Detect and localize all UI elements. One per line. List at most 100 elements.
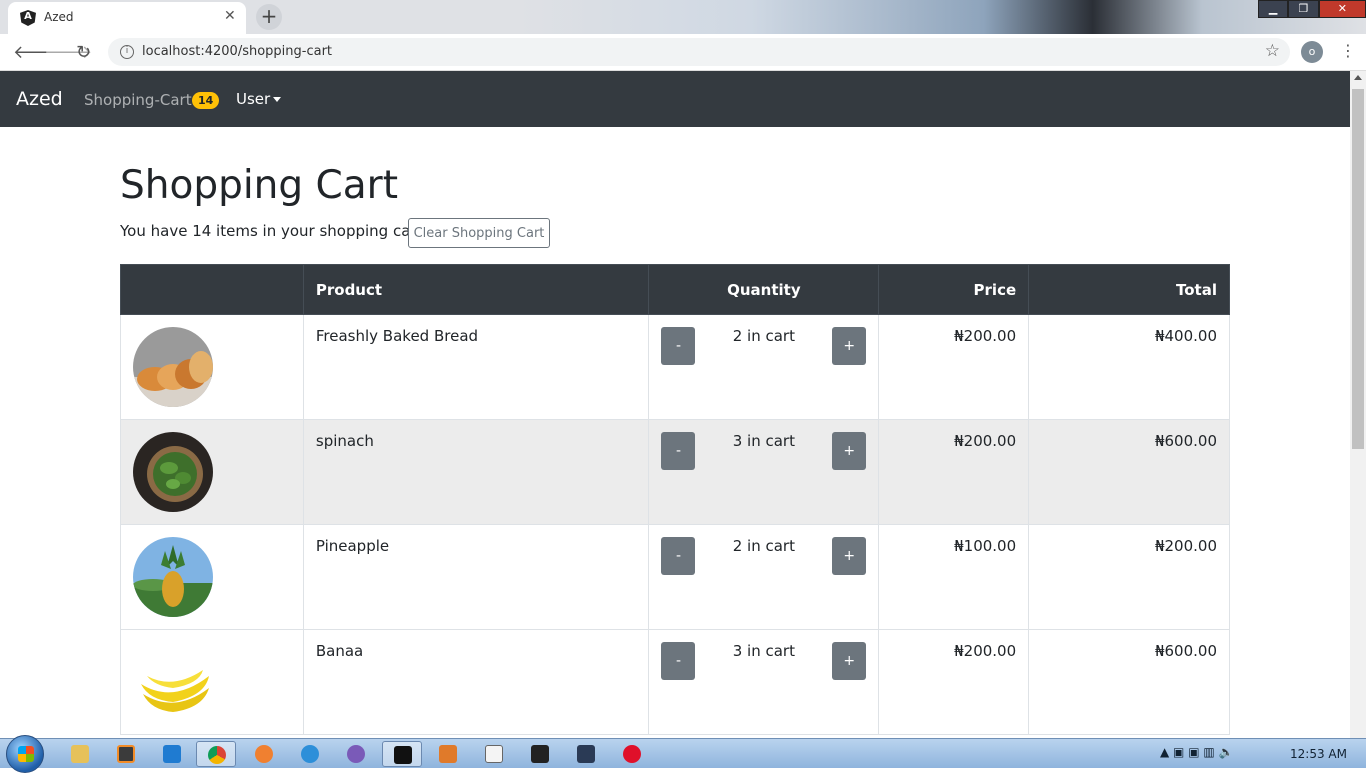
taskbar-cmd[interactable] xyxy=(382,741,422,767)
close-window-button[interactable]: ✕ xyxy=(1318,0,1366,18)
product-name: Pineapple xyxy=(302,524,650,630)
taskbar-sublime[interactable] xyxy=(106,741,146,767)
total-cell: ₦200.00 xyxy=(1028,524,1230,630)
product-image-cell xyxy=(120,314,304,420)
scroll-up-arrow-icon[interactable] xyxy=(1354,75,1362,80)
taskbar-app-box[interactable] xyxy=(428,741,468,767)
table-row: spinach - 3 in cart + ₦200.00 ₦600.00 xyxy=(120,419,1230,525)
product-name: Banaa xyxy=(302,629,650,735)
banana-image xyxy=(133,642,213,722)
column-header-quantity: Quantity xyxy=(648,264,880,315)
app-navbar: Azed Shopping-Cart 14 User xyxy=(0,71,1350,127)
window-controls: ▁ ❐ ✕ xyxy=(1258,0,1366,20)
table-row: Banaa - 3 in cart + ₦200.00 ₦600.00 xyxy=(120,629,1230,735)
table-header-row: Product Quantity Price Total xyxy=(120,264,1230,315)
table-row: Pineapple - 2 in cart + ₦100.00 ₦200.00 xyxy=(120,524,1230,630)
taskbar-chrome[interactable] xyxy=(196,741,236,767)
tab-title: Azed xyxy=(44,10,74,24)
reload-icon[interactable]: ↻ xyxy=(76,42,91,63)
caret-down-icon[interactable] xyxy=(273,97,281,102)
command-prompt-icon xyxy=(394,746,412,764)
taskbar-opera[interactable] xyxy=(612,741,652,767)
start-button[interactable] xyxy=(6,735,44,773)
price-cell: ₦200.00 xyxy=(878,629,1030,735)
total-cell: ₦600.00 xyxy=(1028,629,1230,735)
quantity-cell: - 2 in cart + xyxy=(648,524,880,630)
quantity-cell: - 2 in cart + xyxy=(648,314,880,420)
brand-link[interactable]: Azed xyxy=(16,88,63,110)
column-header-image xyxy=(120,264,304,315)
system-tray[interactable]: ▲ ▣ ▣ ▥ 🔈 xyxy=(1160,745,1233,759)
internet-explorer-icon xyxy=(301,745,319,763)
increase-quantity-button[interactable]: + xyxy=(832,432,867,470)
cart-count-badge: 14 xyxy=(192,92,220,109)
quantity-cell: - 3 in cart + xyxy=(648,629,880,735)
windows-taskbar: ▲ ▣ ▣ ▥ 🔈 12:53 AM xyxy=(0,735,1366,773)
column-header-product: Product xyxy=(302,264,650,315)
minimize-button[interactable]: ▁ xyxy=(1258,0,1289,18)
taskbar-clock[interactable]: 12:53 AM xyxy=(1290,747,1347,761)
browser-menu-icon[interactable]: ⋮ xyxy=(1340,41,1356,60)
page-scrollbar[interactable] xyxy=(1350,71,1366,740)
profile-avatar[interactable]: o xyxy=(1301,41,1323,63)
vscode-icon xyxy=(163,745,181,763)
cart-summary-text: You have 14 items in your shopping cart xyxy=(120,222,423,240)
spinach-image xyxy=(133,432,213,512)
browser-tab[interactable]: A Azed ✕ xyxy=(8,2,246,34)
folder-icon xyxy=(71,745,89,763)
taskbar-app-orange[interactable] xyxy=(244,741,284,767)
quantity-cell: - 3 in cart + xyxy=(648,419,880,525)
pineapple-image xyxy=(133,537,213,617)
url-text[interactable]: localhost:4200/shopping-cart xyxy=(142,44,332,59)
column-header-price: Price xyxy=(878,264,1030,315)
taskbar-app-window[interactable] xyxy=(474,741,514,767)
opera-icon xyxy=(623,745,641,763)
bookmark-star-icon[interactable]: ☆ xyxy=(1265,41,1280,61)
browser-tab-strip: A Azed ✕ + ▁ ❐ ✕ xyxy=(0,0,1366,34)
nav-shopping-cart-link[interactable]: Shopping-Cart xyxy=(84,91,192,109)
increase-quantity-button[interactable]: + xyxy=(832,642,867,680)
angular-favicon-icon: A xyxy=(20,10,36,26)
increase-quantity-button[interactable]: + xyxy=(832,327,867,365)
windows-logo-icon xyxy=(18,746,34,762)
product-image-cell xyxy=(120,419,304,525)
app-box-icon xyxy=(439,745,457,763)
browser-toolbar: 🡐 🡒 ↻ i localhost:4200/shopping-cart ☆ o… xyxy=(0,34,1366,71)
scroll-thumb[interactable] xyxy=(1352,89,1364,449)
app-window-icon xyxy=(485,745,503,763)
total-cell: ₦400.00 xyxy=(1028,314,1230,420)
taskbar-powershell[interactable] xyxy=(520,741,560,767)
app-purple-icon xyxy=(347,745,365,763)
cart-table: Product Quantity Price Total Freashly Ba… xyxy=(120,264,1230,735)
user-dropdown-toggle[interactable]: User xyxy=(236,90,270,108)
price-cell: ₦200.00 xyxy=(878,314,1030,420)
product-image-cell xyxy=(120,629,304,735)
taskbar-vscode[interactable] xyxy=(152,741,192,767)
product-name: spinach xyxy=(302,419,650,525)
tab-close-icon[interactable]: ✕ xyxy=(224,8,236,24)
bread-image xyxy=(133,327,213,407)
page-title: Shopping Cart xyxy=(120,163,399,208)
chrome-icon xyxy=(208,746,226,764)
price-cell: ₦200.00 xyxy=(878,419,1030,525)
column-header-total: Total xyxy=(1028,264,1230,315)
total-cell: ₦600.00 xyxy=(1028,419,1230,525)
new-tab-button[interactable]: + xyxy=(256,4,282,30)
table-row: Freashly Baked Bread - 2 in cart + ₦200.… xyxy=(120,314,1230,420)
product-image-cell xyxy=(120,524,304,630)
taskbar-ie[interactable] xyxy=(290,741,330,767)
increase-quantity-button[interactable]: + xyxy=(832,537,867,575)
info-icon[interactable]: i xyxy=(120,45,134,59)
taskbar-explorer[interactable] xyxy=(60,741,100,767)
address-bar[interactable]: i localhost:4200/shopping-cart ☆ xyxy=(108,38,1290,66)
taskbar-app-dark[interactable] xyxy=(566,741,606,767)
sublime-icon xyxy=(117,745,135,763)
app-dark-icon xyxy=(577,745,595,763)
terminal-icon xyxy=(531,745,549,763)
clear-cart-button[interactable]: Clear Shopping Cart xyxy=(408,218,550,248)
taskbar-app-purple[interactable] xyxy=(336,741,376,767)
product-name: Freashly Baked Bread xyxy=(302,314,650,420)
price-cell: ₦100.00 xyxy=(878,524,1030,630)
app-orange-icon xyxy=(255,745,273,763)
restore-button[interactable]: ❐ xyxy=(1288,0,1319,18)
